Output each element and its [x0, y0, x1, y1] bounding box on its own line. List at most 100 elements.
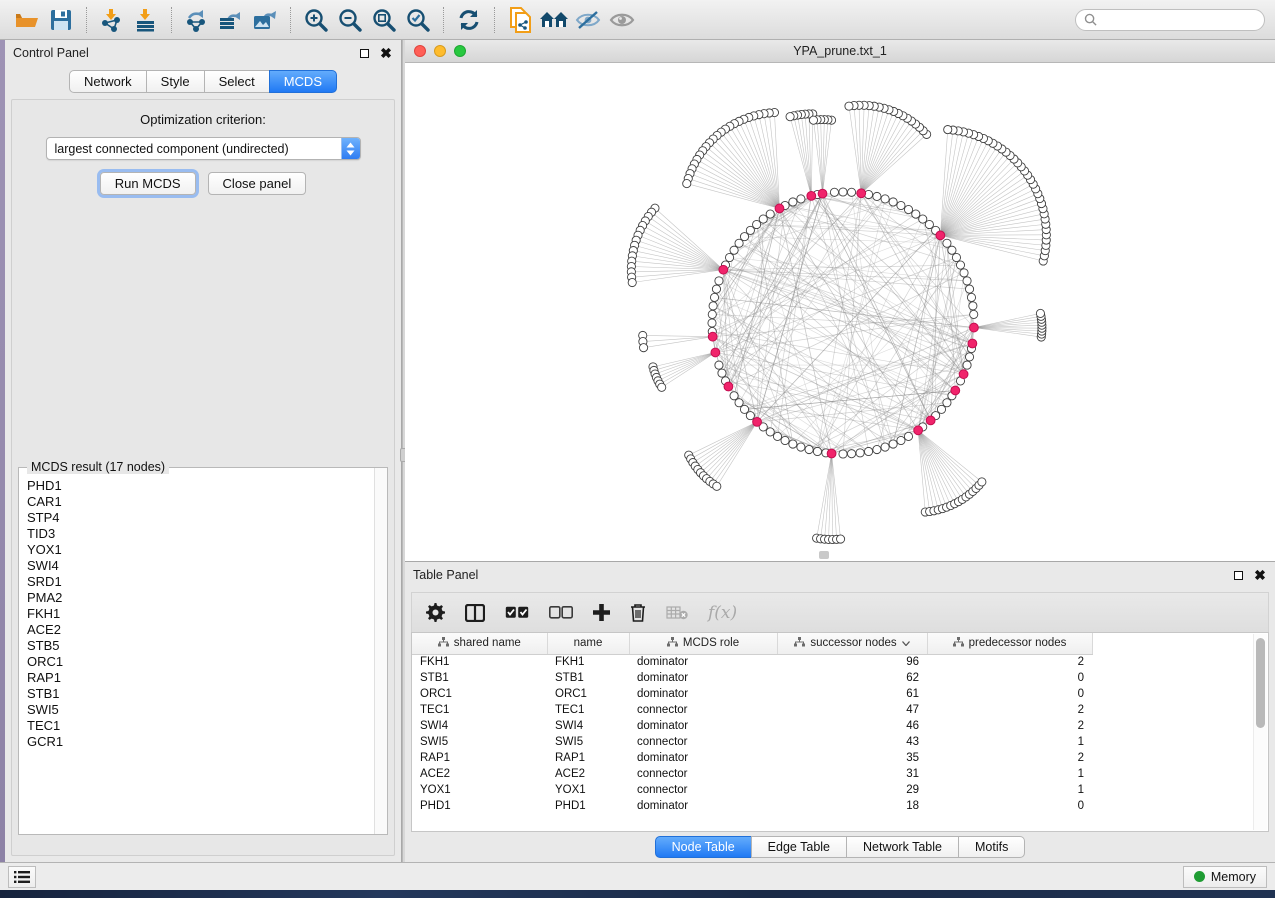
mcds-node-item[interactable]: TEC1 — [27, 718, 368, 734]
cell-MCDS-role[interactable]: dominator — [629, 686, 777, 702]
mcds-result-list[interactable]: PHD1CAR1STP4TID3YOX1SWI4SRD1PMA2FKH1ACE2… — [19, 468, 374, 834]
table-scrollbar-thumb[interactable] — [1256, 638, 1265, 728]
cell-predecessor-nodes[interactable]: 0 — [927, 686, 1092, 702]
cell-successor-nodes[interactable]: 62 — [777, 670, 927, 686]
cell-successor-nodes[interactable]: 31 — [777, 766, 927, 782]
zoom-out-icon[interactable] — [333, 5, 367, 35]
mcds-node-item[interactable]: FKH1 — [27, 606, 368, 622]
cell-shared-name[interactable]: TEC1 — [412, 702, 547, 718]
cell-predecessor-nodes[interactable]: 2 — [927, 750, 1092, 766]
table-header[interactable]: shared namenameMCDS rolesuccessor nodesp… — [412, 633, 1092, 654]
export-table-icon[interactable] — [214, 5, 248, 35]
mcds-node-item[interactable]: STP4 — [27, 510, 368, 526]
cell-shared-name[interactable]: PHD1 — [412, 798, 547, 814]
table-row[interactable]: PHD1PHD1dominator180 — [412, 798, 1092, 814]
cell-successor-nodes[interactable]: 47 — [777, 702, 927, 718]
tab-network-table[interactable]: Network Table — [846, 836, 959, 858]
cell-predecessor-nodes[interactable]: 0 — [927, 798, 1092, 814]
mcds-node-item[interactable]: ACE2 — [27, 622, 368, 638]
cell-name[interactable]: ACE2 — [547, 766, 629, 782]
cell-MCDS-role[interactable]: dominator — [629, 670, 777, 686]
cell-shared-name[interactable]: FKH1 — [412, 654, 547, 670]
cell-predecessor-nodes[interactable]: 2 — [927, 718, 1092, 734]
network-canvas[interactable] — [405, 63, 1275, 561]
columns-icon[interactable] — [465, 604, 485, 622]
mcds-node-item[interactable]: CAR1 — [27, 494, 368, 510]
tab-motifs[interactable]: Motifs — [958, 836, 1025, 858]
close-panel-icon[interactable]: ✖ — [379, 46, 393, 60]
cell-name[interactable]: SWI4 — [547, 718, 629, 734]
optimization-criterion-select[interactable]: largest connected component (undirected) — [46, 137, 361, 160]
cell-successor-nodes[interactable]: 35 — [777, 750, 927, 766]
cell-predecessor-nodes[interactable]: 2 — [927, 654, 1092, 670]
gear-icon[interactable] — [426, 603, 445, 622]
cell-successor-nodes[interactable]: 29 — [777, 782, 927, 798]
mcds-node-item[interactable]: ORC1 — [27, 654, 368, 670]
mcds-node-item[interactable]: SWI4 — [27, 558, 368, 574]
float-panel-icon[interactable] — [357, 46, 371, 60]
mcds-node-item[interactable]: SRD1 — [27, 574, 368, 590]
float-table-panel-icon[interactable] — [1231, 568, 1245, 582]
mcds-node-item[interactable]: GCR1 — [27, 734, 368, 750]
mcds-list-scrollbar[interactable] — [374, 468, 387, 834]
cell-predecessor-nodes[interactable]: 2 — [927, 702, 1092, 718]
first-neighbors-icon[interactable] — [537, 5, 571, 35]
tab-select[interactable]: Select — [204, 70, 270, 93]
tab-network[interactable]: Network — [69, 70, 147, 93]
network-graph[interactable] — [405, 63, 1271, 560]
table-body[interactable]: FKH1FKH1dominator962STB1STB1dominator620… — [412, 654, 1092, 814]
search-input[interactable] — [1097, 13, 1256, 27]
cell-name[interactable]: STB1 — [547, 670, 629, 686]
cell-successor-nodes[interactable]: 46 — [777, 718, 927, 734]
import-table-icon[interactable] — [129, 5, 163, 35]
column-header-shared-name[interactable]: shared name — [412, 633, 547, 654]
open-file-icon[interactable] — [10, 5, 44, 35]
zoom-selected-icon[interactable] — [401, 5, 435, 35]
mcds-node-item[interactable]: PHD1 — [27, 478, 368, 494]
table-row[interactable]: TEC1TEC1connector472 — [412, 702, 1092, 718]
column-header-successor-nodes[interactable]: successor nodes — [777, 633, 927, 654]
cell-shared-name[interactable]: YOX1 — [412, 782, 547, 798]
search-box[interactable] — [1075, 9, 1265, 31]
column-header-MCDS-role[interactable]: MCDS role — [629, 633, 777, 654]
cell-shared-name[interactable]: STB1 — [412, 670, 547, 686]
cell-predecessor-nodes[interactable]: 0 — [927, 670, 1092, 686]
export-image-icon[interactable] — [248, 5, 282, 35]
export-network-icon[interactable] — [180, 5, 214, 35]
share-document-icon[interactable] — [503, 5, 537, 35]
cell-shared-name[interactable]: RAP1 — [412, 750, 547, 766]
close-table-panel-icon[interactable]: ✖ — [1253, 568, 1267, 582]
table-row[interactable]: ACE2ACE2connector311 — [412, 766, 1092, 782]
cell-MCDS-role[interactable]: dominator — [629, 654, 777, 670]
cell-successor-nodes[interactable]: 96 — [777, 654, 927, 670]
network-window-titlebar[interactable]: YPA_prune.txt_1 — [405, 40, 1275, 63]
column-header-name[interactable]: name — [547, 633, 629, 654]
mcds-node-item[interactable]: RAP1 — [27, 670, 368, 686]
cell-MCDS-role[interactable]: dominator — [629, 750, 777, 766]
table-row[interactable]: RAP1RAP1dominator352 — [412, 750, 1092, 766]
table-row[interactable]: SWI5SWI5connector431 — [412, 734, 1092, 750]
table-row[interactable]: SWI4SWI4dominator462 — [412, 718, 1092, 734]
node-table[interactable]: shared namenameMCDS rolesuccessor nodesp… — [411, 632, 1269, 832]
cell-name[interactable]: RAP1 — [547, 750, 629, 766]
mcds-node-item[interactable]: TID3 — [27, 526, 368, 542]
canvas-scroll-grab[interactable] — [819, 551, 829, 559]
zoom-in-icon[interactable] — [299, 5, 333, 35]
show-all-icon[interactable] — [605, 5, 639, 35]
cell-predecessor-nodes[interactable]: 1 — [927, 734, 1092, 750]
tab-edge-table[interactable]: Edge Table — [751, 836, 847, 858]
select-all-icon[interactable] — [505, 606, 529, 619]
cell-MCDS-role[interactable]: dominator — [629, 718, 777, 734]
mcds-node-item[interactable]: YOX1 — [27, 542, 368, 558]
task-history-button[interactable] — [8, 866, 36, 888]
cell-shared-name[interactable]: SWI5 — [412, 734, 547, 750]
table-row[interactable]: ORC1ORC1dominator610 — [412, 686, 1092, 702]
column-header-predecessor-nodes[interactable]: predecessor nodes — [927, 633, 1092, 654]
zoom-fit-icon[interactable] — [367, 5, 401, 35]
mcds-node-item[interactable]: STB5 — [27, 638, 368, 654]
delete-icon[interactable] — [630, 603, 646, 622]
cell-shared-name[interactable]: ACE2 — [412, 766, 547, 782]
add-column-icon[interactable] — [593, 604, 610, 621]
tab-style[interactable]: Style — [146, 70, 205, 93]
cell-MCDS-role[interactable]: dominator — [629, 798, 777, 814]
